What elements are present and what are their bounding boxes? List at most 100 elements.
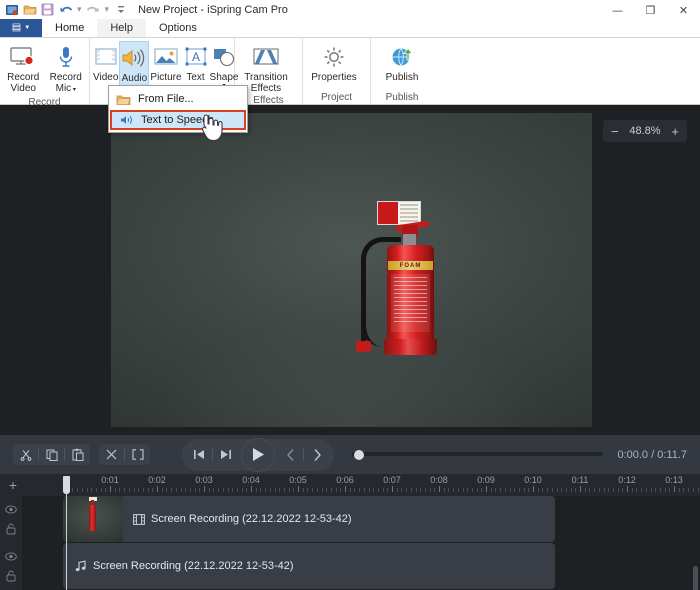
play-button[interactable] <box>241 437 275 472</box>
record-mic-label: Record Mic ▾ <box>49 72 82 94</box>
zoom-out-button[interactable]: − <box>611 125 619 138</box>
close-button[interactable]: ✕ <box>667 0 700 20</box>
properties-button[interactable]: Properties <box>305 41 363 83</box>
speech-icon <box>118 113 134 127</box>
ruler-tick <box>241 488 243 492</box>
app-logo-icon[interactable] <box>4 2 19 17</box>
cut-button[interactable] <box>13 444 38 465</box>
insert-audio-button[interactable]: Audio ▾ <box>119 41 150 91</box>
add-track-button[interactable]: + <box>5 477 21 493</box>
ruler-tick <box>537 488 539 492</box>
open-icon[interactable] <box>22 2 37 17</box>
publish-icon <box>390 43 414 71</box>
ruler-tick <box>439 486 440 492</box>
next-frame-button[interactable] <box>304 442 330 468</box>
ispring-cam-pro-window: ▾ ▾ New Project - iSpring Cam Pro — ❐ ✕ … <box>0 0 700 590</box>
timeline-ruler[interactable]: 0:01 0:02 0:03 0:04 0:05 0:06 0:07 0:08 0:09 0:10… <box>22 474 700 496</box>
ruler-tick <box>697 488 699 492</box>
menu-item-text-to-speech[interactable]: Text to Speech <box>110 110 246 130</box>
menu-item-from-file[interactable]: From File... <box>109 88 247 110</box>
ruler-tick <box>415 488 417 492</box>
ruler-tick <box>157 486 158 492</box>
crop-button[interactable] <box>125 444 150 465</box>
zoom-in-button[interactable]: + <box>671 125 679 138</box>
playhead-handle[interactable] <box>63 476 70 494</box>
ruler-tick <box>603 488 605 492</box>
video-clip[interactable]: Screen Recording (22.12.2022 12-53-42) <box>63 496 555 542</box>
ruler-tick <box>631 488 633 492</box>
ruler-tick <box>396 488 398 492</box>
seek-handle[interactable] <box>354 449 364 460</box>
record-video-line2: Video <box>10 83 36 94</box>
ruler-tick <box>382 488 384 492</box>
lock-icon[interactable] <box>6 523 16 535</box>
ruler-tick <box>424 488 426 492</box>
go-to-end-button[interactable] <box>213 442 239 468</box>
undo-dropdown-caret[interactable]: ▾ <box>76 4 83 15</box>
minimize-button[interactable]: — <box>601 0 634 20</box>
ruler-tick <box>542 488 544 492</box>
audio-clip[interactable]: Screen Recording (22.12.2022 12-53-42) <box>63 543 555 589</box>
video-track[interactable]: Screen Recording (22.12.2022 12-53-42) <box>22 496 700 542</box>
ruler-tick <box>138 488 140 492</box>
ruler-tick <box>185 488 187 492</box>
ruler-tick <box>462 488 464 492</box>
paste-button[interactable] <box>65 444 90 465</box>
tab-home[interactable]: Home <box>42 19 98 37</box>
maximize-button[interactable]: ❐ <box>634 0 667 20</box>
zoom-level-value: 48.8% <box>629 125 661 137</box>
redo-icon <box>86 2 101 17</box>
record-mic-button[interactable]: Record Mic ▾ <box>45 41 88 96</box>
go-to-start-button[interactable] <box>186 442 212 468</box>
ruler-tick <box>533 486 534 492</box>
ruler-label: 0:07 <box>383 475 401 485</box>
ruler-tick <box>570 488 572 492</box>
ruler-tick <box>302 488 304 492</box>
ruler-tick <box>476 488 478 492</box>
delete-button[interactable] <box>99 444 124 465</box>
lock-icon[interactable] <box>6 570 16 582</box>
copy-button[interactable] <box>39 444 64 465</box>
ruler-tick <box>523 488 525 492</box>
tab-options[interactable]: Options <box>145 19 210 37</box>
ruler-label: 0:04 <box>242 475 260 485</box>
record-video-button[interactable]: Record Video <box>2 41 45 94</box>
insert-text-button[interactable]: A Text <box>183 41 209 83</box>
ruler-tick <box>674 486 675 492</box>
ruler-tick <box>556 488 558 492</box>
ruler-tick <box>171 488 173 492</box>
visibility-eye-icon[interactable] <box>5 551 17 561</box>
ribbon-toolbar: Record Video Record Mic ▾ Record Video A… <box>0 38 700 108</box>
seek-slider[interactable] <box>352 448 604 462</box>
extinguisher-neck <box>403 234 416 246</box>
ruler-label: 0:09 <box>477 475 495 485</box>
ruler-tick <box>471 488 473 492</box>
ruler-tick <box>105 488 107 492</box>
undo-icon[interactable] <box>58 2 73 17</box>
ruler-tick <box>128 488 130 492</box>
ruler-tick <box>166 488 168 492</box>
ruler-tick <box>457 488 459 492</box>
timeline-vertical-scrollbar[interactable] <box>693 566 698 590</box>
tab-help[interactable]: Help <box>97 19 146 37</box>
ruler-tick <box>627 486 628 492</box>
visibility-eye-icon[interactable] <box>5 504 17 514</box>
publish-button[interactable]: Publish <box>373 41 431 83</box>
ruler-tick <box>119 488 121 492</box>
customize-qat-icon[interactable] <box>113 2 128 17</box>
previous-frame-button[interactable] <box>277 442 303 468</box>
video-preview[interactable]: FOAM <box>111 113 592 427</box>
ribbon-group-project: Properties Project <box>303 38 371 104</box>
ruler-tick <box>528 488 530 492</box>
ruler-tick <box>161 488 163 492</box>
ruler-tick <box>518 488 520 492</box>
insert-video-button[interactable]: Video <box>92 41 119 83</box>
ruler-tick <box>110 486 111 492</box>
ruler-tick <box>500 488 502 492</box>
audio-dropdown-menu: From File... Text to Speech <box>108 85 248 133</box>
audio-track[interactable]: Screen Recording (22.12.2022 12-53-42) <box>22 543 700 589</box>
app-menu-icon: ▤ <box>11 22 22 33</box>
application-menu-button[interactable]: ▤ ▼ <box>0 19 42 37</box>
insert-picture-button[interactable]: Picture <box>149 41 182 83</box>
save-icon[interactable] <box>40 2 55 17</box>
